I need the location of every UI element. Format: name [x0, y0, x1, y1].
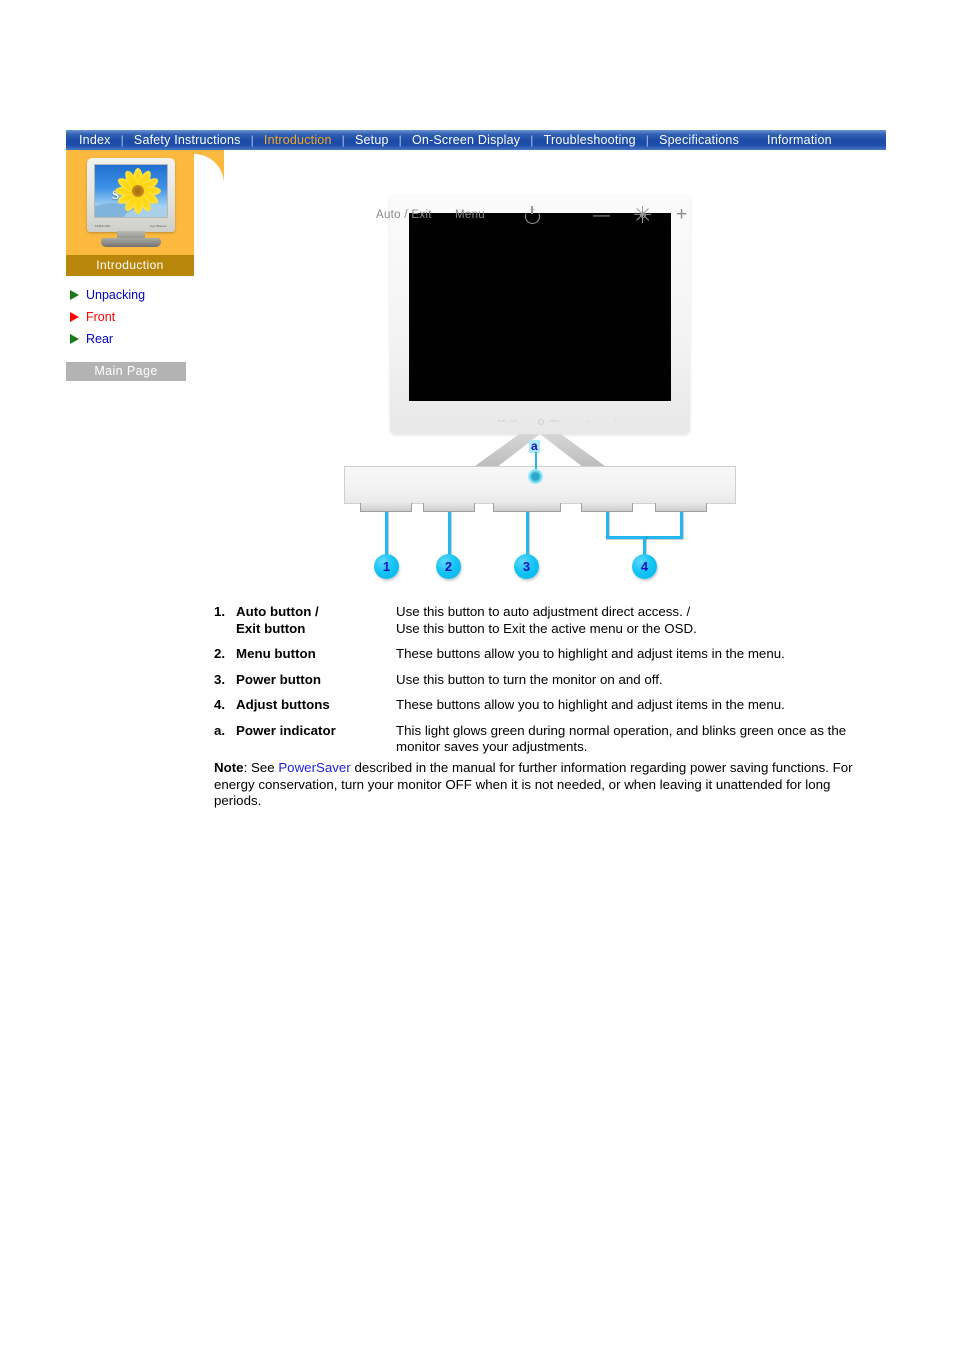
note-label: Note — [214, 760, 244, 775]
nav-item-information[interactable]: Information — [758, 130, 841, 150]
description-term-line1: Auto button / — [236, 604, 319, 619]
table-row: 3. Power button Use this button to turn … — [214, 672, 866, 698]
sidebar-item-unpacking[interactable]: Unpacking — [66, 284, 194, 306]
description-text: These buttons allow you to highlight and… — [396, 697, 785, 712]
sidebar-corner-decoration — [194, 150, 224, 184]
description-number: 3. — [214, 671, 226, 687]
brightness-icon — [634, 206, 652, 223]
nav-item-specifications[interactable]: Specifications — [650, 130, 748, 150]
monitor-micro-power-icon — [538, 419, 544, 425]
powersaver-link[interactable]: PowerSaver — [278, 760, 350, 775]
description-text-line2: Use this button to Exit the active menu … — [396, 620, 697, 636]
triangle-bullet-icon — [70, 334, 79, 344]
note-lead: : See — [243, 760, 279, 775]
power-icon-stem — [531, 206, 533, 214]
table-row: 2. Menu button These buttons allow you t… — [214, 646, 866, 672]
sidebar-link-label[interactable]: Front — [86, 310, 115, 324]
panel-label-menu: Menu — [455, 209, 485, 221]
power-indicator-led — [528, 469, 543, 484]
description-term: Power indicator — [236, 722, 336, 738]
description-term-line2: Exit button — [236, 620, 306, 636]
monitor-screen — [409, 213, 671, 401]
description-number: 4. — [214, 697, 226, 712]
sidebar-section-caption: Introduction — [66, 255, 194, 276]
nav-item-index[interactable]: Index — [70, 130, 120, 150]
nav-item-introduction[interactable]: Introduction — [255, 130, 341, 150]
monitor-bottom-bezel-row: Auto / Exit Menu — + — [390, 418, 690, 425]
nav-item-setup[interactable]: Setup — [346, 130, 398, 150]
thumbnail-stand-base — [101, 238, 161, 247]
panel-label-minus: — — [593, 205, 611, 224]
callout-line-3 — [526, 512, 529, 556]
description-text-line1: Use this button to auto adjustment direc… — [396, 604, 691, 619]
thumbnail-brand-right: SyncMaster — [150, 224, 168, 228]
hardware-button-power — [493, 503, 561, 512]
sidebar-link-label[interactable]: Rear — [86, 332, 113, 346]
table-row: 1. Auto button / Exit button Use this bu… — [214, 604, 866, 646]
description-text: This light glows green during normal ope… — [396, 722, 847, 755]
monitor-micro-label-minus: — — [586, 419, 590, 423]
description-term: Auto button / Exit button — [236, 604, 396, 646]
sidebar-link-list: Unpacking Front Rear — [66, 284, 194, 350]
callout-line-4-right — [680, 512, 683, 539]
panel-label-plus: + — [676, 204, 688, 225]
top-navigation-bar: Index | Safety Instructions | Introducti… — [66, 130, 886, 150]
note-paragraph: Note: See PowerSaver described in the ma… — [214, 760, 862, 810]
callout-marker-2: 2 — [436, 554, 461, 579]
triangle-bullet-icon — [70, 312, 79, 322]
sidebar-link-label[interactable]: Unpacking — [86, 288, 145, 302]
nav-item-on-screen-display[interactable]: On-Screen Display — [403, 130, 529, 150]
sidebar-thumbnail-panel: S SAMSUNG SyncMaster — [66, 150, 224, 255]
callout-marker-3: 3 — [514, 554, 539, 579]
monitor-thumbnail-image: S SAMSUNG SyncMaster — [79, 158, 183, 247]
callout-line-4-stem — [643, 536, 646, 556]
button-description-list: 1. Auto button / Exit button Use this bu… — [214, 604, 884, 765]
panel-label-auto-exit: Auto / Exit — [376, 209, 432, 221]
sunflower-center — [132, 185, 144, 197]
monitor-micro-label-plus: + — [614, 419, 617, 423]
description-text: Use this button to turn the monitor on a… — [396, 671, 663, 687]
description-number: 1. — [214, 604, 226, 619]
callout-marker-4: 4 — [632, 554, 657, 579]
monitor-micro-label-auto: Auto / Exit — [498, 419, 518, 423]
description-text: Use this button to auto adjustment direc… — [396, 604, 866, 646]
monitor-micro-label-menu: Menu — [550, 419, 560, 423]
thumbnail-brand-left: SAMSUNG — [94, 224, 111, 228]
hardware-button-plus — [655, 503, 707, 512]
nav-item-safety-instructions[interactable]: Safety Instructions — [125, 130, 250, 150]
hardware-button-menu — [423, 503, 475, 512]
nav-item-troubleshooting[interactable]: Troubleshooting — [535, 130, 645, 150]
main-page-button[interactable]: Main Page — [66, 362, 186, 381]
callout-line-1 — [385, 512, 388, 556]
thumbnail-bezel: S SAMSUNG SyncMaster — [87, 158, 175, 232]
callout-line-4-left — [606, 512, 609, 539]
description-number: a. — [214, 722, 226, 738]
table-row: a. Power indicator This light glows gree… — [214, 723, 866, 765]
description-term: Power button — [236, 671, 321, 687]
monitor-bezel: Auto / Exit Menu — + — [390, 196, 690, 434]
hardware-button-minus — [581, 503, 633, 512]
description-number: 2. — [214, 646, 226, 661]
hardware-button-auto-exit — [360, 503, 412, 512]
description-term: Adjust buttons — [236, 697, 330, 712]
triangle-bullet-icon — [70, 290, 79, 300]
monitor-front-diagram: Auto / Exit Menu — + Auto / Exit Menu — … — [330, 190, 750, 590]
callout-line-2 — [448, 512, 451, 556]
table-row: 4. Adjust buttons These buttons allow yo… — [214, 697, 866, 723]
description-text: These buttons allow you to highlight and… — [396, 646, 785, 661]
description-term: Menu button — [236, 646, 316, 661]
sidebar-item-front[interactable]: Front — [66, 306, 194, 328]
thumbnail-screen: S — [94, 164, 168, 218]
sidebar-item-rear[interactable]: Rear — [66, 328, 194, 350]
callout-marker-1: 1 — [374, 554, 399, 579]
sidebar: S SAMSUNG SyncMaster Introduction Unpack… — [66, 150, 224, 381]
